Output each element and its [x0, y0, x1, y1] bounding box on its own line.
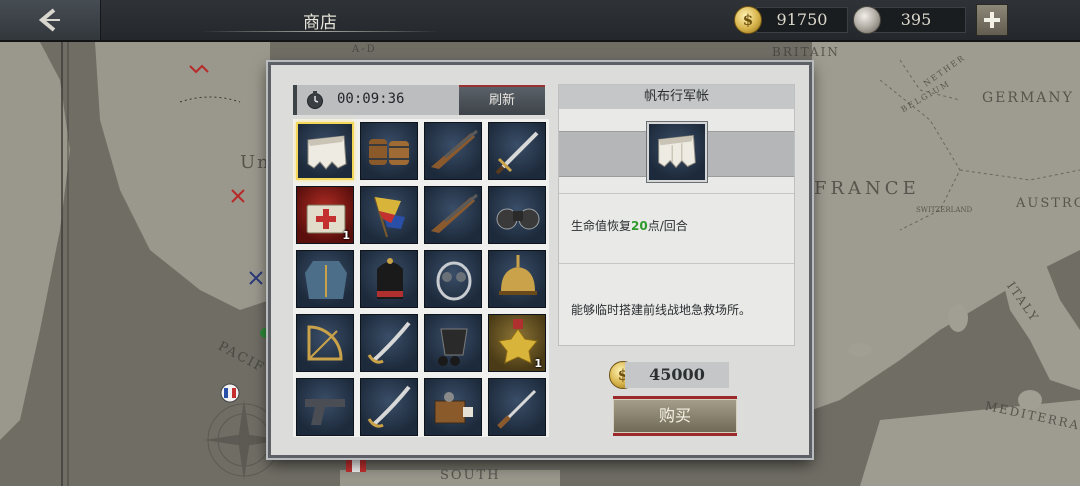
page-title: 商店	[303, 13, 337, 33]
item-slot-sword[interactable]	[488, 122, 546, 180]
map-label-south: SOUTH	[440, 468, 501, 483]
map-label-ad: A-D	[352, 44, 377, 55]
effect-prefix: 生命值恢复	[571, 219, 632, 233]
item-slot-uniform[interactable]	[296, 250, 354, 308]
item-slot-ammo-crate[interactable]	[424, 378, 482, 436]
item-count: 1	[342, 229, 350, 242]
detail-divider	[559, 193, 794, 194]
map-label-austro: AUSTRO-	[1016, 196, 1080, 211]
barrel-icon	[369, 139, 409, 165]
item-slot-busby-hat[interactable]	[360, 250, 418, 308]
shop-panel: 00:09:36 刷新 11 帆布行军帐 生命值恢复20点/回合 能够临时搭建前…	[268, 62, 812, 458]
detail-divider	[559, 263, 794, 264]
item-slot-saber[interactable]	[360, 314, 418, 372]
item-slot-medkit[interactable]: 1	[296, 186, 354, 244]
item-slot-pistol[interactable]	[296, 378, 354, 436]
binoculars-icon	[496, 208, 540, 230]
item-slot-bucket-cannonballs[interactable]	[424, 314, 482, 372]
bucket-icon	[438, 328, 468, 366]
map-label-britain: BRITAIN	[772, 45, 840, 59]
helmet-icon	[499, 255, 537, 295]
refresh-button[interactable]: 刷新	[459, 85, 545, 115]
tent-icon	[307, 135, 347, 170]
saber-icon	[367, 321, 411, 364]
medal-counter: 395	[866, 7, 966, 33]
sextant-icon	[307, 325, 343, 361]
gold-coin-icon: $	[734, 6, 762, 34]
selected-item-icon	[647, 122, 707, 182]
item-count: 1	[534, 357, 542, 370]
hat-icon	[377, 258, 403, 299]
item-slot-pickelhaube[interactable]	[488, 250, 546, 308]
sword-icon	[495, 131, 539, 175]
title-underline	[200, 31, 440, 32]
item-slot-tent[interactable]	[296, 122, 354, 180]
item-description: 能够临时搭建前线战地急救场所。	[571, 303, 752, 317]
item-slot-medal[interactable]: 1	[488, 314, 546, 372]
stopwatch-icon	[307, 91, 323, 109]
item-slot-gas-mask[interactable]	[424, 250, 482, 308]
tent-icon	[658, 135, 696, 169]
dagger-icon	[497, 389, 537, 429]
gold-counter: 91750	[756, 7, 848, 33]
chevron-left-icon	[38, 8, 60, 32]
item-slot-sextant[interactable]	[296, 314, 354, 372]
item-slot-rifle-2[interactable]	[424, 186, 482, 244]
item-title: 帆布行军帐	[559, 85, 794, 109]
rifle-icon	[431, 129, 478, 169]
buy-button[interactable]: 购买	[613, 396, 737, 436]
map-label-france: FRANCE	[814, 178, 920, 199]
item-slot-cavalry-saber[interactable]	[360, 378, 418, 436]
item-grid: 11	[293, 119, 549, 437]
item-effect: 生命值恢复20点/回合	[571, 217, 688, 234]
map-label-switzerland: SWITZERLAND	[916, 206, 973, 214]
item-price: 45000	[625, 362, 729, 388]
flag-icon	[374, 196, 405, 238]
uniform-icon	[305, 261, 347, 299]
map-label-un: Un	[240, 152, 271, 173]
map-label-germany: GERMANY	[982, 90, 1074, 106]
effect-value: 20	[631, 219, 648, 233]
back-button[interactable]	[0, 0, 101, 40]
crate-icon	[434, 392, 473, 424]
item-slot-dagger[interactable]	[488, 378, 546, 436]
timer-text: 00:09:36	[337, 91, 405, 107]
item-slot-rifle[interactable]	[424, 122, 482, 180]
mask-icon	[436, 261, 472, 301]
item-slot-barrels[interactable]	[360, 122, 418, 180]
rifle-icon	[431, 193, 478, 233]
item-detail: 帆布行军帐 生命值恢复20点/回合 能够临时搭建前线战地急救场所。	[558, 84, 795, 346]
item-slot-binoculars[interactable]	[488, 186, 546, 244]
top-bar: 商店 91750 $ 395	[0, 0, 1080, 42]
effect-suffix: 点/回合	[647, 219, 688, 233]
saber-icon	[367, 385, 411, 428]
item-slot-signal-flags[interactable]	[360, 186, 418, 244]
medal-coin-icon	[853, 6, 881, 34]
add-currency-button[interactable]	[976, 4, 1008, 36]
pistol-icon	[305, 399, 345, 425]
